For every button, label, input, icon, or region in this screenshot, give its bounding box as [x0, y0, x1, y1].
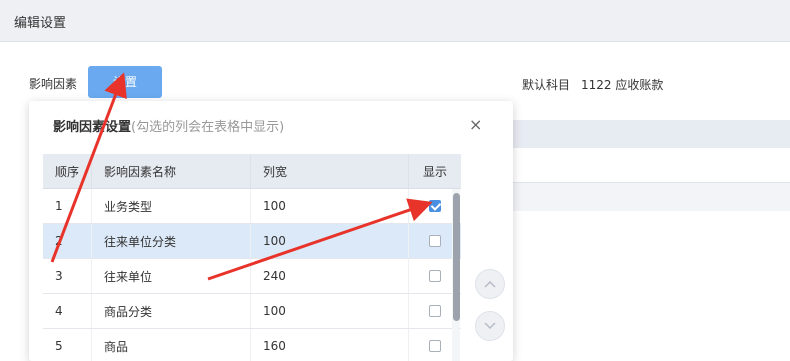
row-seq: 4: [43, 294, 92, 328]
main-table-row: [500, 182, 790, 211]
row-width[interactable]: 100: [251, 224, 409, 258]
row-name: 商品分类: [92, 294, 251, 328]
row-width[interactable]: 100: [251, 189, 409, 223]
row-name: 业务类型: [92, 189, 251, 223]
default-subject-label: 默认科目: [522, 78, 571, 92]
row-name: 商品: [92, 329, 251, 361]
dialog-title: 影响因素设置(勾选的列会在表格中显示): [53, 116, 284, 135]
show-checkbox[interactable]: [429, 200, 441, 212]
column-header-seq[interactable]: 顺序: [43, 154, 92, 188]
chevron-down-icon[interactable]: [475, 311, 505, 341]
factor-settings-dialog: 影响因素设置(勾选的列会在表格中显示) × 顺序 影响因素名称 列宽 显示 1业…: [29, 101, 513, 361]
show-checkbox[interactable]: [429, 270, 441, 282]
column-header-name[interactable]: 影响因素名称: [92, 154, 251, 188]
dialog-hint: (勾选的列会在表格中显示): [131, 120, 285, 135]
show-checkbox[interactable]: [429, 305, 441, 317]
row-name: 往来单位分类: [92, 224, 251, 258]
close-icon[interactable]: ×: [469, 115, 482, 134]
row-seq: 3: [43, 259, 92, 293]
column-header-show[interactable]: 显示: [409, 154, 461, 188]
show-checkbox[interactable]: [429, 235, 441, 247]
show-checkbox[interactable]: [429, 340, 441, 352]
page-title: 编辑设置: [14, 16, 67, 31]
row-name: 往来单位: [92, 259, 251, 293]
row-seq: 2: [43, 224, 92, 258]
table-row[interactable]: 2 往来单位分类 100: [43, 224, 461, 259]
chevron-up-icon[interactable]: [475, 269, 505, 299]
grid-header: 顺序 影响因素名称 列宽 显示: [43, 154, 461, 189]
row-seq: 1: [43, 189, 92, 223]
table-row[interactable]: 4 商品分类 100: [43, 294, 461, 329]
main-table-header: [500, 120, 790, 148]
page-header: 编辑设置: [0, 0, 790, 42]
row-width[interactable]: 160: [251, 329, 409, 361]
table-row[interactable]: 1 业务类型 100: [43, 189, 461, 224]
table-row[interactable]: 3 往来单位 240: [43, 259, 461, 294]
row-seq: 5: [43, 329, 92, 361]
grid-body: 1 业务类型 100 2 往来单位分类 100 3 往来单位 240 4 商品分类 100 5 商品 160: [43, 189, 461, 361]
dialog-title-text: 影响因素设置: [53, 120, 132, 135]
table-row[interactable]: 5 商品 160: [43, 329, 461, 361]
scrollbar-thumb[interactable]: [453, 193, 460, 321]
factor-grid: 顺序 影响因素名称 列宽 显示 1 业务类型 100 2 往来单位分类 100 3 往来单位 2…: [43, 154, 461, 361]
row-width[interactable]: 100: [251, 294, 409, 328]
row-width[interactable]: 240: [251, 259, 409, 293]
default-subject-value[interactable]: 1122 应收账款: [581, 76, 663, 93]
column-header-width[interactable]: 列宽: [251, 154, 409, 188]
factor-label: 影响因素: [29, 77, 78, 91]
settings-button[interactable]: 设置: [88, 66, 162, 98]
